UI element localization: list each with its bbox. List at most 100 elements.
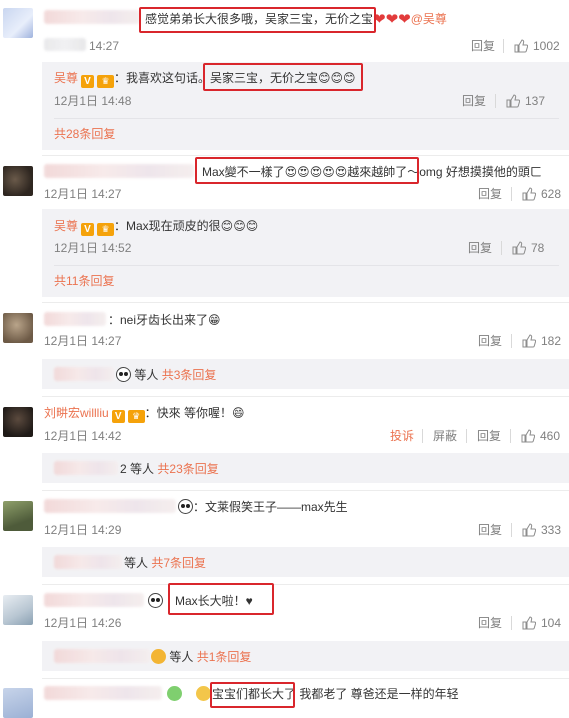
avatar[interactable] bbox=[3, 166, 33, 196]
reply-button[interactable]: 回复 bbox=[462, 93, 486, 109]
more-replies-link[interactable]: 共23条回复 bbox=[157, 462, 218, 476]
avatar[interactable] bbox=[3, 688, 33, 718]
date-blurred bbox=[44, 38, 86, 51]
avatar[interactable] bbox=[3, 595, 33, 625]
reply-summary-text: 2 等人 共23条回复 bbox=[120, 461, 219, 477]
verified-badge-icon: V bbox=[111, 410, 125, 423]
divider bbox=[501, 241, 502, 255]
like-button[interactable]: 78 bbox=[512, 240, 544, 256]
like-button[interactable]: 137 bbox=[506, 93, 545, 109]
comment-divider bbox=[42, 302, 569, 303]
comment-time: 12月1日 14:29 bbox=[44, 523, 122, 537]
like-count: 460 bbox=[540, 429, 561, 443]
thumbs-up-icon bbox=[522, 523, 536, 537]
highlight-box bbox=[210, 682, 295, 708]
reply-time: 12月1日 14:48 bbox=[54, 94, 132, 108]
like-button[interactable]: 628 bbox=[522, 186, 561, 202]
comment-time: 12月1日 14:27 bbox=[44, 187, 122, 201]
avatar[interactable] bbox=[3, 501, 33, 531]
divider bbox=[466, 429, 467, 443]
username-blurred[interactable] bbox=[44, 10, 140, 24]
comment-content: ：快來 等你喔！😄 bbox=[144, 406, 245, 420]
comment-author[interactable]: 刘畊宏willliu bbox=[44, 406, 109, 420]
divider bbox=[511, 187, 512, 201]
like-button[interactable]: 182 bbox=[522, 333, 561, 349]
replier-blurred[interactable] bbox=[54, 649, 150, 663]
reply-button[interactable]: 回复 bbox=[477, 428, 501, 444]
reply-prefix: 2 bbox=[120, 462, 127, 476]
more-replies-link[interactable]: 共3条回复 bbox=[162, 368, 217, 382]
more-replies-link[interactable]: 共1条回复 bbox=[197, 650, 252, 664]
thumbs-up-icon bbox=[512, 241, 526, 255]
comment-divider bbox=[42, 584, 569, 585]
reply-button[interactable]: 回复 bbox=[478, 186, 502, 202]
comment-text: ：文莱假笑王子——max先生 bbox=[178, 499, 348, 515]
username-blurred[interactable] bbox=[44, 686, 162, 700]
reply-button[interactable]: 回复 bbox=[478, 615, 502, 631]
fan-badge-icon: ♛ bbox=[127, 410, 145, 423]
reply-content: ：Max现在顽皮的很😊😊😊 bbox=[114, 219, 259, 233]
block-button[interactable]: 屏蔽 bbox=[433, 428, 457, 444]
panda-icon bbox=[148, 593, 163, 608]
emoji-icon bbox=[196, 686, 211, 701]
mention-link[interactable]: @吴尊 bbox=[411, 12, 447, 26]
thumbs-up-icon bbox=[521, 429, 535, 443]
reply-author[interactable]: 吴尊 bbox=[54, 71, 78, 85]
thumbs-up-icon bbox=[522, 334, 536, 348]
more-replies-link[interactable]: 共28条回复 bbox=[54, 126, 115, 142]
like-count: 333 bbox=[541, 523, 562, 537]
fan-badge-icon: ♛ bbox=[97, 75, 115, 88]
username-blurred[interactable] bbox=[44, 312, 106, 326]
reply-button[interactable]: 回复 bbox=[478, 333, 502, 349]
highlight-box bbox=[168, 583, 274, 615]
like-count: 137 bbox=[525, 94, 546, 108]
avatar[interactable] bbox=[3, 8, 33, 38]
thumbs-up-icon bbox=[506, 94, 520, 108]
reply-divider bbox=[54, 265, 559, 266]
reply-author[interactable]: 吴尊 bbox=[54, 219, 78, 233]
more-replies-link[interactable]: 共11条回复 bbox=[54, 273, 114, 289]
avatar[interactable] bbox=[3, 313, 33, 343]
reply-button[interactable]: 回复 bbox=[468, 240, 492, 256]
report-button[interactable]: 投诉 bbox=[390, 428, 414, 444]
reply-divider bbox=[54, 118, 559, 119]
comment-text: 刘畊宏willliu V ♛ ：快來 等你喔！😄 bbox=[44, 405, 245, 423]
like-button[interactable]: 104 bbox=[522, 615, 561, 631]
replier-blurred[interactable] bbox=[54, 555, 122, 569]
verified-badge-icon: V bbox=[81, 75, 95, 88]
reply-summary-text: 等人 共7条回复 bbox=[124, 555, 206, 571]
divider bbox=[503, 39, 504, 53]
highlight-box bbox=[195, 157, 419, 184]
others-label: 等人 bbox=[169, 650, 194, 664]
highlight-box bbox=[203, 63, 363, 91]
more-replies-link[interactable]: 共7条回复 bbox=[151, 556, 206, 570]
like-count: 182 bbox=[541, 334, 562, 348]
reply-button[interactable]: 回复 bbox=[471, 38, 495, 54]
others-label: 等人 bbox=[130, 462, 155, 476]
panda-icon bbox=[116, 367, 131, 382]
comment-divider bbox=[42, 396, 569, 397]
comment-content: ：文莱假笑王子——max先生 bbox=[193, 500, 348, 514]
comment-divider bbox=[42, 678, 569, 679]
divider bbox=[511, 334, 512, 348]
username-blurred[interactable] bbox=[44, 593, 144, 607]
reply-button[interactable]: 回复 bbox=[478, 522, 502, 538]
like-count: 628 bbox=[541, 187, 562, 201]
comment-time: 12月1日 14:26 bbox=[44, 616, 122, 630]
avatar[interactable] bbox=[3, 407, 33, 437]
replier-blurred[interactable] bbox=[54, 367, 114, 381]
verified-badge-icon: V bbox=[81, 223, 95, 236]
panda-icon bbox=[178, 499, 193, 514]
username-blurred[interactable] bbox=[44, 164, 194, 178]
comment-time: 12月1日 14:42 bbox=[44, 429, 122, 443]
comment-divider bbox=[42, 490, 569, 491]
like-button[interactable]: 1002 bbox=[514, 38, 560, 54]
like-button[interactable]: 333 bbox=[522, 522, 561, 538]
username-blurred[interactable] bbox=[44, 499, 176, 513]
like-count: 1002 bbox=[533, 39, 560, 53]
like-button[interactable]: 460 bbox=[521, 428, 560, 444]
highlight-box bbox=[139, 7, 376, 33]
emoji-icon bbox=[151, 649, 166, 664]
comment-divider bbox=[42, 155, 569, 156]
replier-blurred[interactable] bbox=[54, 461, 118, 475]
